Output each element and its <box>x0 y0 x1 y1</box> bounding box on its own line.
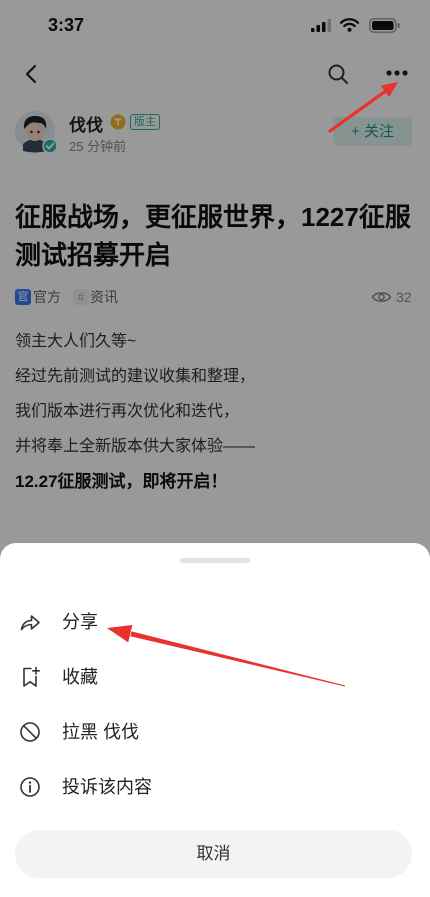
block-user-label: 拉黑 伐伐 <box>62 722 140 742</box>
bookmark-add-icon <box>18 665 42 689</box>
block-icon <box>18 720 42 744</box>
cancel-button[interactable]: 取消 <box>15 830 412 878</box>
bookmark-option[interactable]: 收藏 <box>0 650 430 705</box>
share-option[interactable]: 分享 <box>0 595 430 650</box>
bookmark-label: 收藏 <box>62 667 98 687</box>
report-label: 投诉该内容 <box>62 777 152 797</box>
block-user-option[interactable]: 拉黑 伐伐 <box>0 705 430 760</box>
share-icon <box>18 610 42 634</box>
action-sheet: 分享 收藏 拉黑 伐伐 投诉该内容 取消 <box>0 543 430 897</box>
share-label: 分享 <box>62 612 98 632</box>
report-option[interactable]: 投诉该内容 <box>0 760 430 815</box>
sheet-handle[interactable] <box>180 558 250 563</box>
info-icon <box>18 775 42 799</box>
